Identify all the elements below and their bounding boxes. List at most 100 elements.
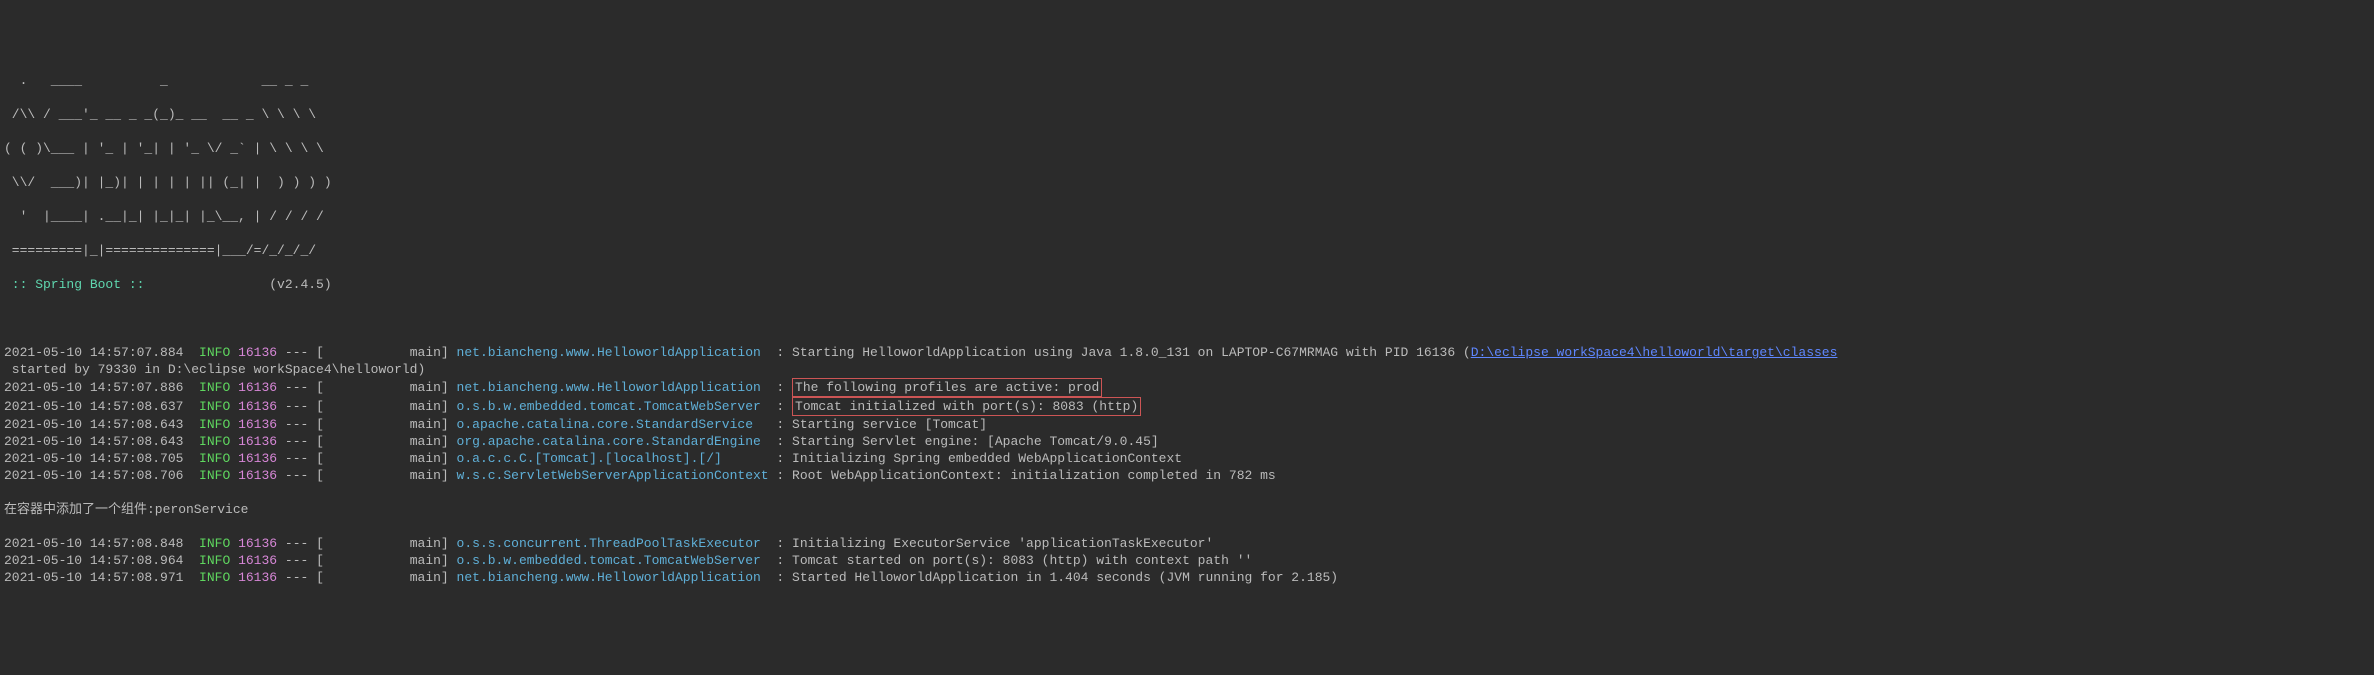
log-logger: org.apache.catalina.core.StandardEngine [457,434,769,449]
log-logger: o.s.s.concurrent.ThreadPoolTaskExecutor [457,536,769,551]
log-logger: o.s.b.w.embedded.tomcat.TomcatWebServer [457,399,769,414]
log-timestamp: 2021-05-10 14:57:08.971 [4,570,183,585]
log-line: 2021-05-10 14:57:08.706 INFO 16136 --- [… [4,467,2370,484]
banner-footer: :: Spring Boot :: (v2.4.5) [4,276,2370,293]
log-separator: --- [277,553,316,568]
log-logger: net.biancheng.www.HelloworldApplication [457,570,769,585]
log-line: 2021-05-10 14:57:08.705 INFO 16136 --- [… [4,450,2370,467]
banner-line: /\\ / ___'_ __ _ _(_)_ __ __ _ \ \ \ \ [4,106,2370,123]
log-message: Starting HelloworldApplication using Jav… [792,345,1471,360]
file-path-link[interactable]: D:\eclipse workSpace4\helloworld\target\… [1471,345,1838,360]
log-pid: 16136 [238,451,277,466]
log-timestamp: 2021-05-10 14:57:07.884 [4,345,183,360]
log-colon: : [769,570,792,585]
log-message-continuation: started by 79330 in D:\eclipse workSpace… [4,361,2370,378]
log-colon: : [769,451,792,466]
log-colon: : [769,553,792,568]
log-thread: [ main] [316,451,449,466]
banner-line: ( ( )\___ | '_ | '_| | '_ \/ _` | \ \ \ … [4,140,2370,157]
log-level: INFO [199,399,230,414]
log-thread: [ main] [316,434,449,449]
log-message: Started HelloworldApplication in 1.404 s… [792,570,1338,585]
spring-boot-version: (v2.4.5) [152,277,331,292]
log-timestamp: 2021-05-10 14:57:08.848 [4,536,183,551]
log-logger: o.s.b.w.embedded.tomcat.TomcatWebServer [457,553,769,568]
log-pid: 16136 [238,553,277,568]
log-separator: --- [277,345,316,360]
log-timestamp: 2021-05-10 14:57:08.643 [4,434,183,449]
log-colon: : [769,399,792,414]
log-separator: --- [277,536,316,551]
log-thread: [ main] [316,570,449,585]
log-separator: --- [277,417,316,432]
log-message: The following profiles are active: prod [795,380,1099,395]
log-pid: 16136 [238,399,277,414]
log-separator: --- [277,434,316,449]
log-pid: 16136 [238,468,277,483]
log-line: 2021-05-10 14:57:08.643 INFO 16136 --- [… [4,433,2370,450]
log-logger: o.apache.catalina.core.StandardService [457,417,769,432]
log-message: Tomcat started on port(s): 8083 (http) w… [792,553,1252,568]
banner-line: ' |____| .__|_| |_|_| |_\__, | / / / / [4,208,2370,225]
log-line: 2021-05-10 14:57:08.964 INFO 16136 --- [… [4,552,2370,569]
log-level: INFO [199,380,230,395]
log-timestamp: 2021-05-10 14:57:08.964 [4,553,183,568]
log-separator: --- [277,570,316,585]
log-thread: [ main] [316,468,449,483]
log-pid: 16136 [238,570,277,585]
log-line: 2021-05-10 14:57:08.848 INFO 16136 --- [… [4,535,2370,552]
log-thread: [ main] [316,345,449,360]
log-message: Root WebApplicationContext: initializati… [792,468,1276,483]
log-colon: : [769,468,792,483]
log-line: 2021-05-10 14:57:07.884 INFO 16136 --- [… [4,344,2370,361]
log-level: INFO [199,553,230,568]
log-thread: [ main] [316,380,449,395]
log-separator: --- [277,451,316,466]
log-level: INFO [199,536,230,551]
log-separator: --- [277,380,316,395]
log-level: INFO [199,451,230,466]
log-message: Initializing Spring embedded WebApplicat… [792,451,1182,466]
log-pid: 16136 [238,345,277,360]
log-pid: 16136 [238,434,277,449]
log-timestamp: 2021-05-10 14:57:08.637 [4,399,183,414]
log-logger: net.biancheng.www.HelloworldApplication [457,380,769,395]
log-colon: : [769,536,792,551]
log-message: Starting Servlet engine: [Apache Tomcat/… [792,434,1159,449]
log-pid: 16136 [238,380,277,395]
log-thread: [ main] [316,399,449,414]
log-thread: [ main] [316,417,449,432]
log-logger: net.biancheng.www.HelloworldApplication [457,345,769,360]
banner-line: =========|_|==============|___/=/_/_/_/ [4,242,2370,259]
banner-line: \\/ ___)| |_)| | | | | || (_| | ) ) ) ) [4,174,2370,191]
log-logger: o.a.c.c.C.[Tomcat].[localhost].[/] [457,451,769,466]
log-separator: --- [277,468,316,483]
log-colon: : [769,345,792,360]
custom-stdout-line: 在容器中添加了一个组件:peronService [4,501,2370,518]
log-timestamp: 2021-05-10 14:57:07.886 [4,380,183,395]
log-timestamp: 2021-05-10 14:57:08.705 [4,451,183,466]
log-line: 2021-05-10 14:57:08.637 INFO 16136 --- [… [4,397,2370,416]
highlighted-message: Tomcat initialized with port(s): 8083 (h… [792,397,1141,416]
log-pid: 16136 [238,536,277,551]
log-colon: : [769,417,792,432]
log-pid: 16136 [238,417,277,432]
log-message: Tomcat initialized with port(s): 8083 (h… [795,399,1138,414]
log-message: Initializing ExecutorService 'applicatio… [792,536,1213,551]
log-level: INFO [199,345,230,360]
spring-boot-label: :: Spring Boot :: [4,277,152,292]
log-line: 2021-05-10 14:57:08.971 INFO 16136 --- [… [4,569,2370,586]
log-thread: [ main] [316,553,449,568]
log-level: INFO [199,468,230,483]
log-colon: : [769,380,792,395]
log-separator: --- [277,399,316,414]
log-message: Starting service [Tomcat] [792,417,987,432]
log-line: 2021-05-10 14:57:08.643 INFO 16136 --- [… [4,416,2370,433]
log-timestamp: 2021-05-10 14:57:08.706 [4,468,183,483]
log-level: INFO [199,417,230,432]
log-thread: [ main] [316,536,449,551]
blank-line [4,310,2370,327]
banner-line: . ____ _ __ _ _ [4,72,2370,89]
log-logger: w.s.c.ServletWebServerApplicationContext [457,468,769,483]
highlighted-message: The following profiles are active: prod [792,378,1102,397]
